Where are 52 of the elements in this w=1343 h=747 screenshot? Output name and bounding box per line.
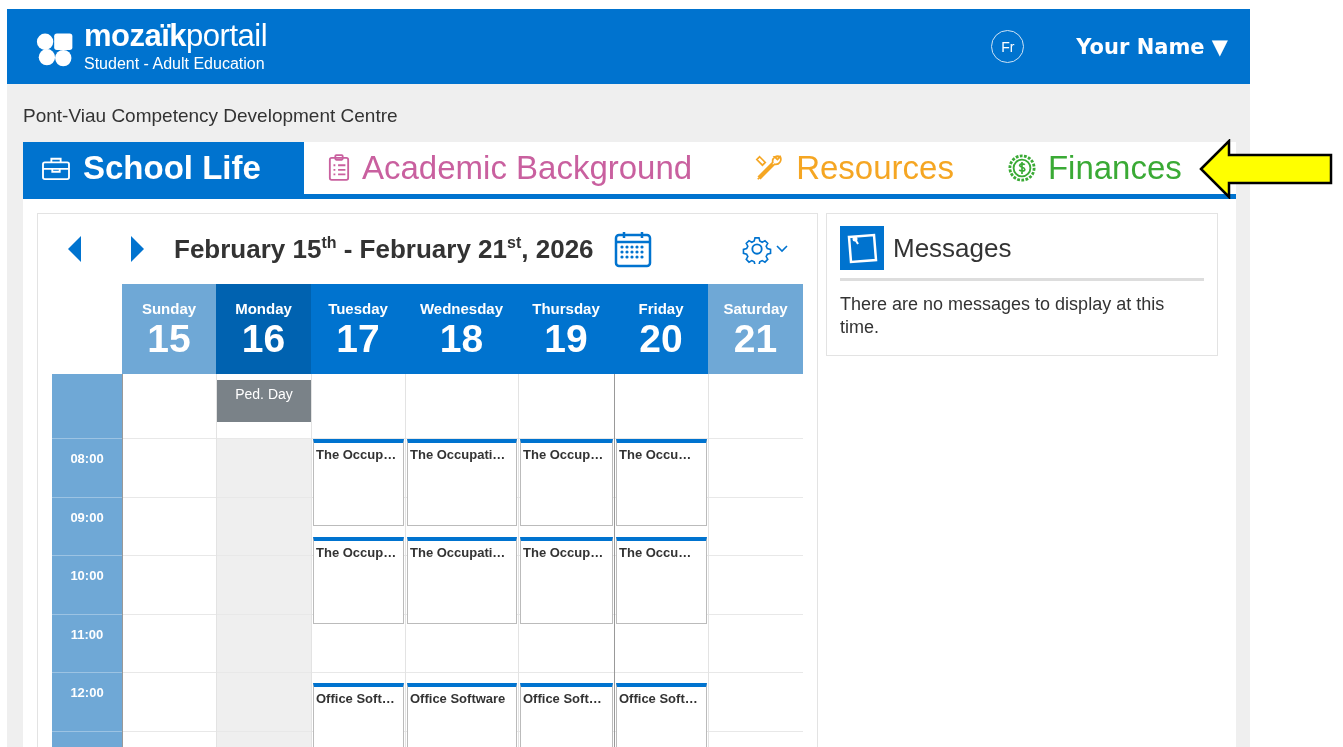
day-name: Friday [637,300,685,317]
calendar-event[interactable]: The Occup… [520,537,613,624]
day-name: Wednesday [418,300,505,317]
settings-button[interactable] [741,234,788,264]
calendar-event[interactable]: The Occupati… [407,439,517,526]
day-number: 17 [335,317,381,361]
calendar-icon [613,230,652,268]
note-icon [840,226,884,270]
calendar-event[interactable]: Office Soft… [616,683,707,747]
brand-name: mozaïkportail [84,19,268,52]
tab[interactable]: School Life [23,142,304,194]
briefcase-icon [41,155,71,181]
calendar-event[interactable]: The Occu… [616,537,707,624]
calendar-event[interactable]: The Occupati… [407,537,517,624]
calendar-event[interactable]: Office Software [407,683,517,747]
user-menu[interactable]: Your Name ▼ [1076,34,1228,59]
day-name: Thursday [531,300,601,317]
day-number: 16 [240,317,287,361]
chevron-down-icon [775,245,788,253]
day-number: 19 [543,317,589,361]
portal-subtitle: Student - Adult Education [84,53,266,74]
day-number: 21 [732,317,779,361]
calendar-button[interactable] [613,230,652,268]
messages-empty-text: There are no messages to display at this time. [840,293,1166,339]
calendar-event[interactable]: The Occu… [616,439,707,526]
time-label: 11:00 [70,626,104,642]
school-name: Pont-Viau Competency Development Centre [23,104,399,128]
messages-title: Messages [893,232,1012,264]
tools-icon [754,153,785,183]
time-label: 09:00 [70,509,104,525]
caret-left-icon [68,236,82,262]
calendar-event[interactable]: Office Soft… [520,683,613,747]
settings-icon [741,234,772,264]
calendar-event[interactable]: The Occup… [313,537,404,624]
day-number: 20 [638,317,684,361]
caret-right-icon [130,236,144,262]
time-label: 12:00 [70,685,104,700]
calendar-event[interactable]: The Occup… [520,439,613,526]
calendar-event[interactable]: Office Soft… [313,683,404,747]
day-name: Saturday [722,300,789,317]
clipboard-icon [328,154,350,182]
dollar-coin-icon [1007,154,1036,182]
day-number: 15 [146,317,192,361]
time-label: 10:00 [70,568,104,583]
day-name: Tuesday [327,300,389,317]
calendar-event[interactable]: The Occup… [313,439,404,526]
day-name: Sunday [140,300,198,317]
day-number: 18 [438,317,485,361]
all-day-event[interactable]: Ped. Day [217,380,311,422]
day-name: Monday [234,300,293,317]
week-title: February 15$^{th}$ - February 21$^{st}$, 2026 [174,233,594,265]
time-label: 08:00 [70,451,104,466]
